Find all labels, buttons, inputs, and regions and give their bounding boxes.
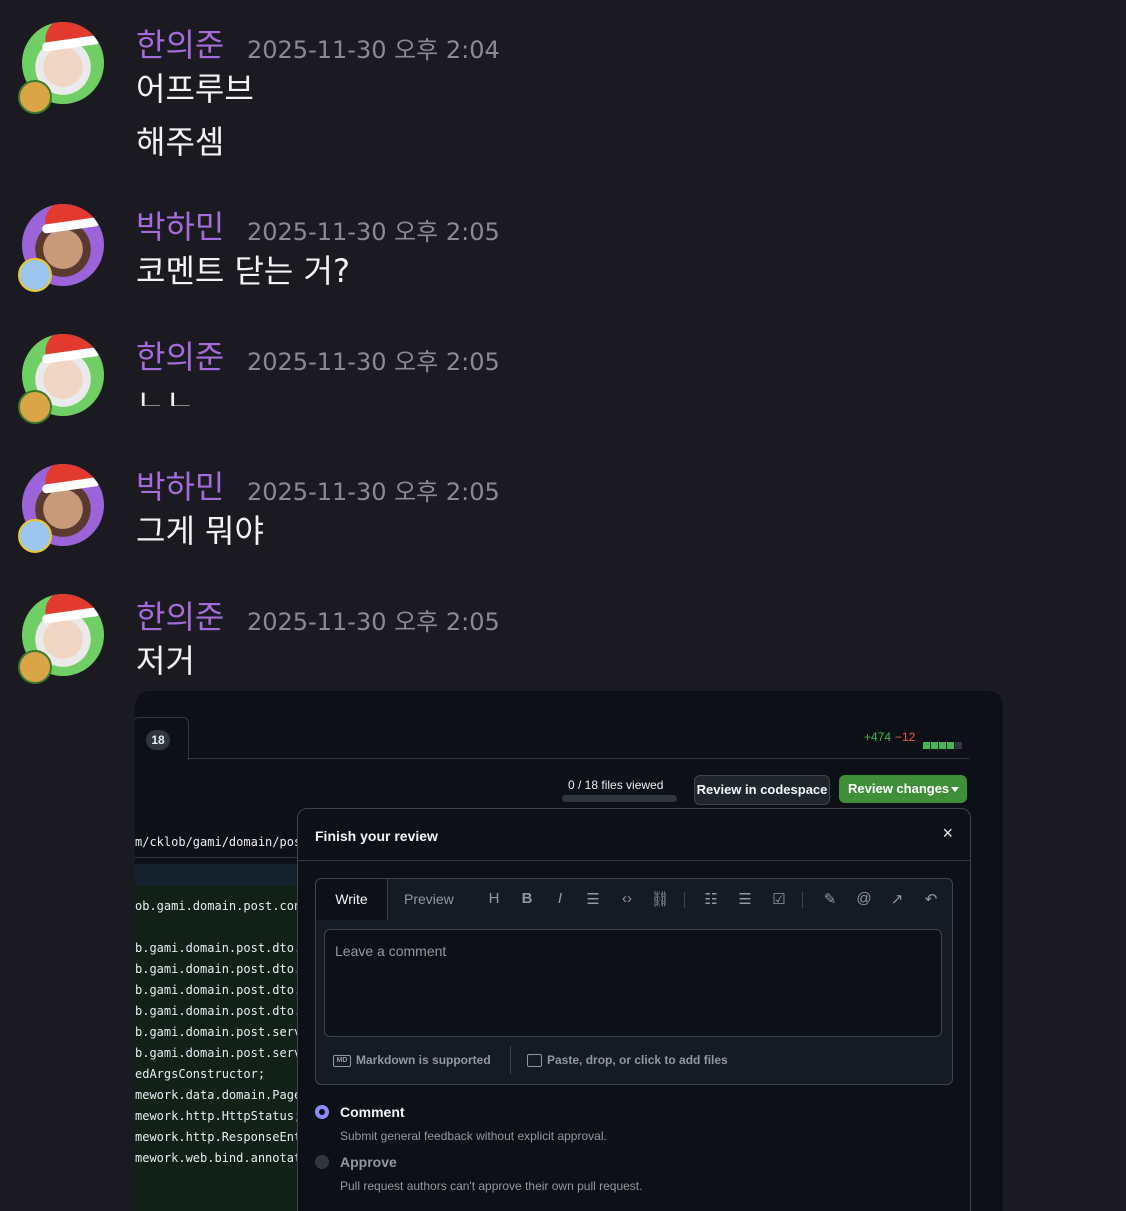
avatar-badge-icon	[18, 390, 52, 424]
comment-option-label: Comment	[340, 1104, 405, 1120]
divider	[802, 892, 803, 908]
author-name[interactable]: 박하민	[136, 202, 224, 248]
markdown-icon: MD	[333, 1054, 351, 1067]
caret-down-icon	[951, 787, 959, 792]
divider	[684, 892, 685, 908]
message-text: 해주셈	[136, 123, 225, 161]
avatar-badge-icon	[18, 80, 52, 114]
avatar-badge-icon	[18, 519, 52, 553]
santa-hat-icon	[42, 334, 96, 358]
message-text: 코멘트 닫는 거?	[136, 252, 350, 290]
file-path: m/cklob/gami/domain/post	[135, 835, 309, 849]
code-line: mework.http.ResponseEnt	[135, 1130, 302, 1144]
comment-placeholder: Leave a comment	[335, 943, 447, 959]
avatar-badge-icon	[18, 258, 52, 292]
divider	[298, 860, 970, 861]
author-name[interactable]: 한의준	[136, 332, 224, 378]
files-viewed-label: 0 / 18 files viewed	[568, 778, 664, 792]
attachment-image[interactable]: 18 +474 −12 0 / 18 files viewed Review in…	[135, 691, 1003, 1211]
divider	[187, 758, 969, 759]
author-name[interactable]: 박하민	[136, 462, 224, 508]
mention-icon[interactable]: @	[854, 890, 874, 907]
heading-icon[interactable]: H	[484, 890, 504, 907]
code-line: b.gami.domain.post.dto.	[135, 962, 302, 976]
italic-icon[interactable]: I	[550, 890, 570, 907]
files-viewed-progress	[562, 795, 677, 802]
undo-icon[interactable]: ↶	[921, 890, 941, 908]
author-name[interactable]: 한의준	[136, 20, 224, 66]
additions-count: +474	[864, 730, 892, 744]
message-timestamp: 2025-11-30 오후 2:05	[247, 348, 500, 376]
editor-footer: MD Markdown is supported Paste, drop, or …	[316, 1042, 952, 1082]
attach-files-button[interactable]: Paste, drop, or click to add files	[527, 1053, 728, 1068]
message-timestamp: 2025-11-30 오후 2:05	[247, 608, 500, 636]
reference-icon[interactable]: ↗	[887, 890, 907, 908]
tab-preview[interactable]: Preview	[404, 879, 454, 920]
markdown-note: Markdown is supported	[356, 1053, 491, 1067]
code-hunk-header	[135, 864, 305, 886]
code-line: mework.http.HttpStatus;	[135, 1109, 302, 1123]
image-icon	[527, 1054, 542, 1068]
divider	[135, 857, 305, 858]
code-line: edArgsConstructor;	[135, 1067, 266, 1081]
approve-option-label: Approve	[340, 1154, 397, 1170]
santa-hat-icon	[42, 22, 96, 46]
divider	[510, 1046, 511, 1074]
ordered-list-icon[interactable]: ☷	[701, 890, 721, 908]
avatar-badge-icon	[18, 650, 52, 684]
code-line: ob.gami.domain.post.con	[135, 899, 302, 913]
message-timestamp: 2025-11-30 오후 2:04	[247, 36, 500, 64]
task-list-icon[interactable]: ☑	[769, 890, 789, 908]
santa-hat-icon	[42, 594, 96, 618]
deletions-count: −12	[895, 730, 916, 744]
author-name[interactable]: 한의준	[136, 592, 224, 638]
diffstat-blocks	[923, 734, 963, 753]
code-line: b.gami.domain.post.serv	[135, 1025, 302, 1039]
bold-icon[interactable]: B	[517, 890, 537, 907]
approve-option-description: Pull request authors can't approve their…	[340, 1179, 643, 1193]
diffstat: +474 −12	[864, 730, 915, 744]
message-text: 저거	[136, 642, 195, 680]
santa-hat-icon	[42, 204, 96, 228]
finish-review-dialog: Finish your review × Write Preview H B I…	[297, 808, 971, 1211]
approve-radio[interactable]	[315, 1155, 329, 1169]
review-changes-label: Review changes	[848, 781, 950, 796]
comment-radio[interactable]	[315, 1105, 329, 1119]
code-line: mework.web.bind.annotat	[135, 1151, 302, 1165]
message-text: 어프루브	[136, 70, 254, 108]
comment-editor: Write Preview H B I ☰ ‹› ⛓ ☷ ☰ ☑ ✎ @ ↗ ↶…	[315, 878, 953, 1085]
tab-write[interactable]: Write	[316, 879, 388, 920]
message-text: 그게 뭐야	[136, 512, 264, 550]
review-in-codespace-button[interactable]: Review in codespace	[694, 775, 830, 805]
message-timestamp: 2025-11-30 오후 2:05	[247, 218, 500, 246]
comment-textarea[interactable]: Leave a comment	[324, 929, 942, 1037]
attach-files-label: Paste, drop, or click to add files	[547, 1053, 728, 1067]
close-icon[interactable]: ×	[942, 823, 953, 844]
code-line: b.gami.domain.post.serv	[135, 1046, 302, 1060]
quote-icon[interactable]: ☰	[583, 890, 603, 908]
unordered-list-icon[interactable]: ☰	[735, 890, 755, 908]
santa-hat-icon	[42, 464, 96, 488]
link-icon[interactable]: ⛓	[650, 890, 670, 908]
code-line: b.gami.domain.post.dto.	[135, 1004, 302, 1018]
code-line: b.gami.domain.post.dto.	[135, 941, 302, 955]
attach-icon[interactable]: ✎	[820, 890, 840, 908]
dialog-title: Finish your review	[315, 828, 438, 844]
comment-option-description: Submit general feedback without explicit…	[340, 1129, 607, 1143]
code-line: b.gami.domain.post.dto.	[135, 983, 302, 997]
files-count-badge: 18	[146, 730, 170, 750]
markdown-supported-link[interactable]: MD Markdown is supported	[333, 1053, 491, 1067]
message-text: ㄴㄴ	[136, 382, 195, 406]
message-timestamp: 2025-11-30 오후 2:05	[247, 478, 500, 506]
code-line: mework.data.domain.Page	[135, 1088, 302, 1102]
review-changes-button[interactable]: Review changes	[839, 775, 967, 803]
code-icon[interactable]: ‹›	[617, 890, 637, 907]
